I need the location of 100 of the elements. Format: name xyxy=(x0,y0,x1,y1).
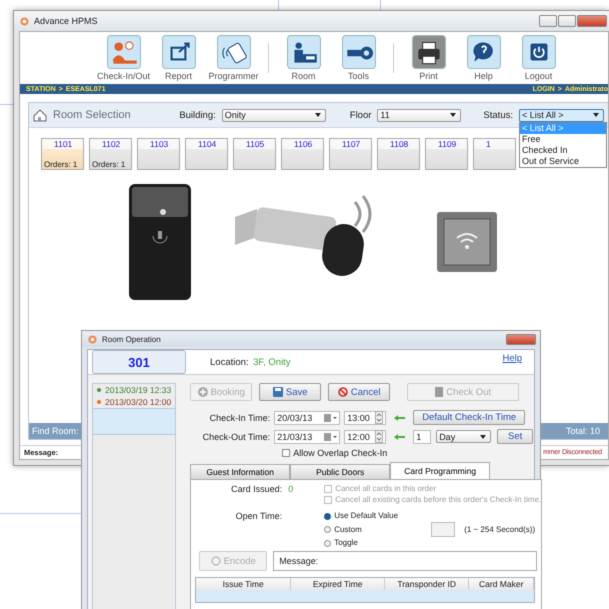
help-link[interactable]: Help xyxy=(502,353,522,364)
tab[interactable]: Guest Information xyxy=(190,464,290,479)
dropdown-option[interactable]: Checked In xyxy=(520,144,606,156)
circle-icon xyxy=(210,556,221,566)
app-icon xyxy=(20,16,29,26)
card-issued-count: 0 xyxy=(288,484,294,494)
room-tile[interactable]: 1106 xyxy=(281,138,324,170)
find-room-label: Find Room: xyxy=(32,426,79,436)
house-icon xyxy=(33,108,47,122)
room-icon xyxy=(286,35,320,69)
save-button[interactable]: Save xyxy=(259,383,322,401)
left-arrow-icon xyxy=(394,414,406,420)
room-number: 1103 xyxy=(138,139,179,149)
set-button[interactable]: Set xyxy=(497,429,534,444)
close-button[interactable] xyxy=(506,334,536,344)
building-dropdown[interactable]: Onity xyxy=(222,108,326,122)
checkbox-label: Cancel all existing cards before this order's Check-In time. xyxy=(335,495,542,505)
duration-field[interactable]: 1 xyxy=(413,430,432,444)
room-number: 1 xyxy=(474,139,515,149)
toolbar-button[interactable]: Check-In/Out xyxy=(96,35,151,81)
tab[interactable]: Card Programming xyxy=(390,462,490,479)
toolbar-button[interactable]: Tools xyxy=(331,35,386,81)
floor-label: Floor xyxy=(350,110,372,120)
floor-dropdown[interactable]: 11 xyxy=(377,108,462,122)
location-value: 3F, Onity xyxy=(253,356,291,368)
app-icon xyxy=(88,334,97,344)
date-field[interactable]: 20/03/13 xyxy=(274,410,340,424)
room-tile[interactable]: 1 xyxy=(473,138,516,170)
spinner-icon xyxy=(375,430,384,443)
column-header: Issue Time xyxy=(196,578,292,590)
checkbox[interactable] xyxy=(282,449,290,457)
checkbox-label: Allow Overlap Check-In xyxy=(293,448,388,458)
room-tile[interactable]: 1104 xyxy=(185,138,228,170)
toolbar-button[interactable]: Report xyxy=(151,35,206,81)
message-field: Message: xyxy=(273,551,538,571)
programmer-icon xyxy=(216,35,250,69)
spinner-icon xyxy=(375,411,384,424)
radio-label: Toggle xyxy=(334,538,358,548)
room-number: 1101 xyxy=(42,139,83,149)
room-number: 1105 xyxy=(234,139,275,149)
toolbar-button[interactable]: Print xyxy=(401,35,456,81)
dialog-title: Room Operation xyxy=(102,334,161,344)
dropdown-arrow-icon xyxy=(480,434,486,438)
logout-icon xyxy=(522,35,556,69)
order-item[interactable]: 2013/03/20 12:00 xyxy=(93,396,176,408)
calendar-icon xyxy=(324,432,338,440)
range-hint: (1 ~ 254 Second(s)) xyxy=(464,524,536,534)
report-icon xyxy=(162,35,196,69)
radio-button[interactable] xyxy=(324,540,332,546)
close-button[interactable] xyxy=(577,15,607,27)
time-field[interactable]: 12:00 xyxy=(344,430,386,444)
cancel-button[interactable]: Cancel xyxy=(328,383,390,401)
room-tile[interactable]: 1109 xyxy=(425,138,468,170)
plus-icon xyxy=(198,387,208,397)
toolbar-button[interactable]: Logout xyxy=(511,35,566,81)
panel-title: Room Selection xyxy=(53,109,131,121)
total-count: Total: 10 xyxy=(566,426,600,436)
calendar-icon xyxy=(324,414,338,422)
time-field[interactable]: 13:00 xyxy=(344,410,386,424)
toolbar-button[interactable]: Room xyxy=(276,35,331,81)
minimize-button[interactable] xyxy=(539,15,557,27)
radio-button[interactable] xyxy=(324,526,332,533)
wall-card-reader-drawing xyxy=(437,212,497,272)
tab[interactable]: Public Doors xyxy=(290,464,390,479)
room-number: 1109 xyxy=(426,139,467,149)
help-icon xyxy=(466,35,500,69)
room-number: 1108 xyxy=(378,139,419,149)
room-tile[interactable]: 1102 Orders: 1 xyxy=(89,138,132,170)
dropdown-option[interactable]: Free xyxy=(520,134,606,144)
room-number: 1102 xyxy=(90,139,131,149)
room-tile[interactable]: 1103 xyxy=(137,138,180,170)
card-issued-label: Card Issued: xyxy=(230,484,284,494)
room-number: 1104 xyxy=(186,139,227,149)
column-header: Transponder ID xyxy=(385,578,470,590)
room-tile[interactable]: 1101 Orders: 1 xyxy=(41,138,84,170)
column-header: Expired Time xyxy=(291,578,386,590)
room-number-display: 301 xyxy=(92,350,186,374)
date-field[interactable]: 21/03/13 xyxy=(274,430,340,444)
default-check-in-time-button[interactable]: Default Check-In Time xyxy=(413,410,526,425)
room-tile[interactable]: 1105 xyxy=(233,138,276,170)
toolbar-button[interactable]: Help xyxy=(456,35,511,81)
column-header: Card Maker xyxy=(469,578,534,590)
orders-count: Orders: 1 xyxy=(91,160,126,169)
dropdown-option[interactable]: Out of Service xyxy=(520,156,606,166)
room-number: 1106 xyxy=(282,139,323,149)
order-item[interactable]: 2013/03/19 12:33 xyxy=(93,384,176,396)
maximize-button[interactable] xyxy=(558,15,576,27)
status-dropdown[interactable]: < List All > xyxy=(519,108,604,122)
unit-dropdown[interactable]: Day xyxy=(436,430,492,443)
toolbar-button[interactable]: Programmer xyxy=(206,35,261,81)
room-tile[interactable]: 1108 xyxy=(377,138,420,170)
check-out-time-label: Check-Out Time: xyxy=(202,432,270,442)
seconds-field[interactable] xyxy=(431,522,456,537)
radio-button[interactable] xyxy=(324,512,332,520)
room-tile[interactable]: 1107 xyxy=(329,138,372,170)
building-label: Building: xyxy=(179,110,216,120)
checkin-icon xyxy=(106,35,140,69)
print-icon xyxy=(412,35,446,69)
location-label: Location: xyxy=(210,356,249,368)
orders-count: Orders: 1 xyxy=(43,160,78,169)
